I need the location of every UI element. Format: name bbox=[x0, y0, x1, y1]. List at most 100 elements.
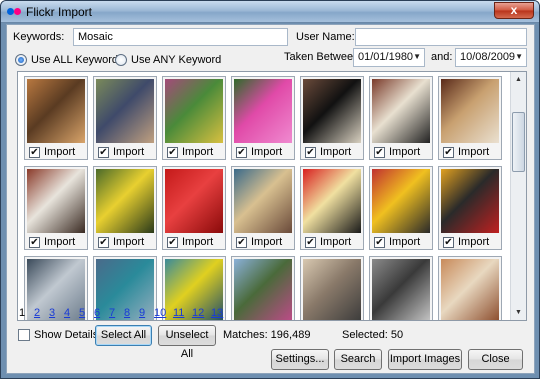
page-link-12[interactable]: 12 bbox=[192, 307, 204, 319]
import-checkbox[interactable]: ✔ bbox=[167, 237, 178, 248]
import-label[interactable]: Import bbox=[44, 146, 75, 158]
photo-thumbnail[interactable] bbox=[441, 169, 499, 233]
import-images-button[interactable]: Import Images bbox=[388, 349, 462, 370]
photo-thumbnail[interactable] bbox=[27, 169, 85, 233]
import-checkbox[interactable]: ✔ bbox=[29, 147, 40, 158]
page-link-10[interactable]: 10 bbox=[154, 307, 166, 319]
photo-tile[interactable]: ✔ Import bbox=[438, 76, 502, 160]
import-label[interactable]: Import bbox=[458, 236, 489, 248]
photo-tile[interactable]: Import bbox=[369, 256, 433, 320]
photo-thumbnail[interactable] bbox=[303, 79, 361, 143]
date-to-picker[interactable]: 10/08/2009 ▼ bbox=[455, 48, 527, 67]
photo-tile[interactable]: ✔ Import bbox=[24, 76, 88, 160]
use-all-keywords-label[interactable]: Use ALL Keywords bbox=[31, 54, 124, 66]
import-label[interactable]: Import bbox=[320, 236, 351, 248]
page-link-9[interactable]: 9 bbox=[139, 307, 145, 319]
import-checkbox[interactable]: ✔ bbox=[374, 147, 385, 158]
import-label[interactable]: Import bbox=[113, 236, 144, 248]
unselect-all-button[interactable]: Unselect All bbox=[158, 325, 216, 360]
photo-tile[interactable]: ✔ Import bbox=[369, 76, 433, 160]
photo-thumbnail[interactable] bbox=[441, 79, 499, 143]
import-label[interactable]: Import bbox=[44, 236, 75, 248]
import-checkbox[interactable]: ✔ bbox=[305, 237, 316, 248]
page-link-5[interactable]: 5 bbox=[79, 307, 85, 319]
photo-tile[interactable]: ✔ Import bbox=[300, 76, 364, 160]
import-checkbox[interactable]: ✔ bbox=[98, 147, 109, 158]
page-link-7[interactable]: 7 bbox=[109, 307, 115, 319]
import-checkbox[interactable]: ✔ bbox=[443, 237, 454, 248]
page-link-6[interactable]: 6 bbox=[94, 307, 100, 319]
photo-thumbnail[interactable] bbox=[234, 259, 292, 320]
photo-thumbnail[interactable] bbox=[303, 169, 361, 233]
import-checkbox[interactable]: ✔ bbox=[305, 147, 316, 158]
photo-tile[interactable]: Import bbox=[231, 256, 295, 320]
photo-thumbnail[interactable] bbox=[165, 79, 223, 143]
page-link-1[interactable]: 1 bbox=[19, 307, 25, 319]
photo-thumbnail[interactable] bbox=[303, 259, 361, 320]
photo-thumbnail[interactable] bbox=[372, 79, 430, 143]
page-link-11[interactable]: 11 bbox=[173, 307, 184, 319]
photo-tile[interactable]: Import bbox=[438, 256, 502, 320]
photo-tile[interactable]: ✔ Import bbox=[300, 166, 364, 250]
chevron-down-icon[interactable]: ▼ bbox=[413, 52, 421, 61]
import-label[interactable]: Import bbox=[182, 146, 213, 158]
photo-thumbnail[interactable] bbox=[165, 169, 223, 233]
photo-thumbnail[interactable] bbox=[372, 169, 430, 233]
use-any-keyword-radio[interactable] bbox=[115, 54, 127, 66]
page-link-8[interactable]: 8 bbox=[124, 307, 130, 319]
import-label[interactable]: Import bbox=[389, 236, 420, 248]
photo-tile[interactable]: Import bbox=[300, 256, 364, 320]
photo-tile[interactable]: ✔ Import bbox=[24, 166, 88, 250]
photo-tile[interactable]: ✔ Import bbox=[369, 166, 433, 250]
select-all-button[interactable]: Select All bbox=[95, 325, 152, 346]
page-link-13[interactable]: 13 bbox=[211, 307, 223, 319]
import-label[interactable]: Import bbox=[320, 146, 351, 158]
window-close-button[interactable]: x bbox=[494, 2, 534, 19]
close-button[interactable]: Close bbox=[468, 349, 523, 370]
import-checkbox[interactable]: ✔ bbox=[443, 147, 454, 158]
photo-thumbnail[interactable] bbox=[234, 169, 292, 233]
username-input[interactable] bbox=[355, 28, 527, 46]
photo-thumbnail[interactable] bbox=[96, 169, 154, 233]
scroll-up-icon[interactable]: ▲ bbox=[511, 72, 526, 87]
photo-tile[interactable]: ✔ Import bbox=[231, 166, 295, 250]
search-button[interactable]: Search bbox=[334, 349, 382, 370]
import-checkbox[interactable]: ✔ bbox=[167, 147, 178, 158]
import-checkbox[interactable]: ✔ bbox=[29, 237, 40, 248]
photo-thumbnail[interactable] bbox=[441, 259, 499, 320]
scroll-down-icon[interactable]: ▼ bbox=[511, 305, 526, 320]
page-link-3[interactable]: 3 bbox=[49, 307, 55, 319]
photo-tile[interactable]: ✔ Import bbox=[162, 166, 226, 250]
import-label[interactable]: Import bbox=[182, 236, 213, 248]
title-bar[interactable]: Flickr Import x bbox=[1, 1, 539, 23]
scrollbar-thumb[interactable] bbox=[512, 112, 525, 172]
photo-tile[interactable]: ✔ Import bbox=[438, 166, 502, 250]
use-any-keyword-label[interactable]: Use ANY Keyword bbox=[131, 54, 221, 66]
use-all-keywords-radio[interactable] bbox=[15, 54, 27, 66]
import-checkbox[interactable]: ✔ bbox=[374, 237, 385, 248]
chevron-down-icon[interactable]: ▼ bbox=[515, 52, 523, 61]
photo-tile[interactable]: ✔ Import bbox=[93, 76, 157, 160]
import-checkbox[interactable]: ✔ bbox=[98, 237, 109, 248]
import-checkbox[interactable]: ✔ bbox=[236, 237, 247, 248]
vertical-scrollbar[interactable]: ▲ ▼ bbox=[510, 72, 526, 320]
page-link-2[interactable]: 2 bbox=[34, 307, 40, 319]
keywords-input[interactable]: Mosaic bbox=[73, 28, 288, 46]
show-details-checkbox[interactable] bbox=[18, 329, 30, 341]
photo-thumbnail[interactable] bbox=[27, 79, 85, 143]
import-label[interactable]: Import bbox=[251, 146, 282, 158]
show-details-label[interactable]: Show Details bbox=[34, 329, 98, 341]
import-label[interactable]: Import bbox=[113, 146, 144, 158]
import-checkbox[interactable]: ✔ bbox=[236, 147, 247, 158]
date-from-picker[interactable]: 01/01/1980 ▼ bbox=[353, 48, 425, 67]
settings-button[interactable]: Settings... bbox=[271, 349, 329, 370]
photo-thumbnail[interactable] bbox=[96, 79, 154, 143]
photo-tile[interactable]: ✔ Import bbox=[162, 76, 226, 160]
photo-tile[interactable]: ✔ Import bbox=[231, 76, 295, 160]
photo-thumbnail[interactable] bbox=[234, 79, 292, 143]
import-label[interactable]: Import bbox=[458, 146, 489, 158]
photo-tile[interactable]: ✔ Import bbox=[93, 166, 157, 250]
photo-thumbnail[interactable] bbox=[372, 259, 430, 320]
import-label[interactable]: Import bbox=[251, 236, 282, 248]
import-label[interactable]: Import bbox=[389, 146, 420, 158]
